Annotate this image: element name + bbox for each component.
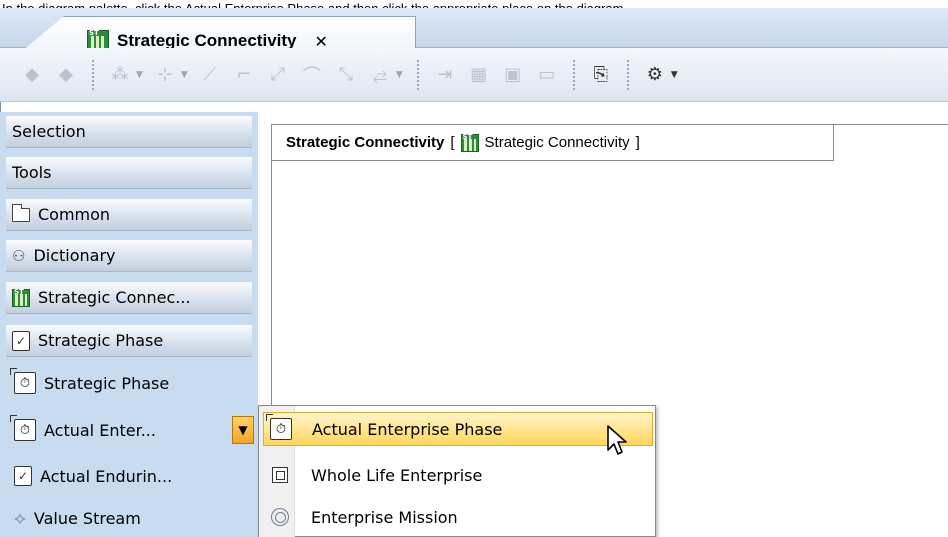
folder-icon xyxy=(12,203,30,222)
palette-item-label: Value Stream xyxy=(33,508,141,528)
actual-enterprise-phase-icon: ⏱ xyxy=(266,414,292,440)
route-icon[interactable]: ⥄ xyxy=(368,63,392,87)
menu-item-actual-enterprise-phase[interactable]: ⏱ Actual Enterprise Phase xyxy=(263,412,653,446)
menu-item-enterprise-mission[interactable]: Enterprise Mission xyxy=(263,500,653,534)
path-straight-icon[interactable]: ⟋ xyxy=(198,63,222,87)
palette-item-strategic-phase[interactable]: ⏱ Strategic Phase xyxy=(10,366,170,400)
palette-item-label: Actual Endurin... xyxy=(40,466,173,486)
forward-arrow-icon[interactable]: ◆ xyxy=(54,63,78,87)
palette-group-label: Dictionary xyxy=(33,246,116,265)
properties-icon[interactable]: ⎘ xyxy=(589,63,613,87)
strategic-connectivity-diagram-icon: ST xyxy=(460,133,479,152)
layout-quick-icon[interactable]: ⊹ xyxy=(153,63,177,87)
grid-icon[interactable]: ▦ xyxy=(467,63,491,87)
whole-life-enterprise-icon xyxy=(272,467,288,483)
path-bezier-icon[interactable]: ⌒ xyxy=(300,63,324,87)
tab-strip: ST Strategic Connectivity ✕ xyxy=(0,8,948,56)
path-rectilinear-icon[interactable]: ⌐ xyxy=(232,63,256,87)
palette-dropdown-menu: ⏱ Actual Enterprise Phase Whole Life Ent… xyxy=(258,405,656,537)
actual-enterprise-phase-icon: ⏱ xyxy=(10,415,36,441)
chevron-down-icon[interactable]: ▼ xyxy=(671,70,678,80)
palette-item-actual-enduring-capability[interactable]: ✓ Actual Endurin... xyxy=(14,459,172,493)
toolbar-separator xyxy=(92,59,94,90)
enterprise-mission-icon xyxy=(271,508,289,526)
palette-group-dictionary[interactable]: ⚇ Dictionary xyxy=(6,240,252,272)
palette-group-label: Strategic Phase xyxy=(38,331,164,350)
mouse-cursor-icon xyxy=(607,425,627,455)
layout-icon[interactable]: ⁂ xyxy=(108,63,132,87)
shape-icon[interactable]: ▭ xyxy=(535,63,559,87)
menu-item-whole-life-enterprise[interactable]: Whole Life Enterprise xyxy=(263,458,653,492)
strategic-phase-icon: ⏱ xyxy=(10,368,36,394)
palette-group-label: Selection xyxy=(12,122,86,141)
toolbar-separator xyxy=(626,59,629,90)
diagram-type-label: Strategic Connectivity xyxy=(286,134,445,151)
actual-enduring-icon: ✓ xyxy=(14,466,32,486)
diagram-frame-header: Strategic Connectivity [ ST Strategic Co… xyxy=(272,125,834,161)
palette-group-tools[interactable]: Tools xyxy=(6,157,252,189)
chevron-down-icon[interactable]: ▼ xyxy=(136,70,143,80)
palette-group-strategic-phase[interactable]: ✓ Strategic Phase xyxy=(6,325,252,357)
palette-group-common[interactable]: Common xyxy=(6,199,252,231)
palette-group-strategic-connectivity[interactable]: ST Strategic Connec... xyxy=(6,282,252,314)
chevron-down-icon[interactable]: ▼ xyxy=(396,70,403,80)
chevron-down-icon[interactable]: ▼ xyxy=(181,70,188,80)
back-arrow-icon[interactable]: ◆ xyxy=(20,63,44,87)
palette-group-label: Common xyxy=(38,205,111,224)
palette-item-dropdown-button[interactable]: ▼ xyxy=(232,416,254,444)
toolbar-separator xyxy=(416,59,419,90)
insert-frame-icon[interactable]: ⇥ xyxy=(433,63,457,87)
gear-icon[interactable]: ⚙ xyxy=(643,63,667,87)
palette-item-value-stream[interactable]: ⟡ Value Stream xyxy=(14,501,141,535)
menu-item-label: Whole Life Enterprise xyxy=(311,465,483,485)
diagram-name: Strategic Connectivity xyxy=(484,134,630,151)
menu-item-label: Actual Enterprise Phase xyxy=(312,419,503,439)
image-icon[interactable]: ▣ xyxy=(501,63,525,87)
palette-item-actual-enterprise-phase[interactable]: ⏱ Actual Enter... xyxy=(10,413,156,447)
bracket-close: ] xyxy=(635,134,640,151)
path-oblique-icon[interactable]: ⤢ xyxy=(266,63,290,87)
reset-labels-icon[interactable]: ⤡ xyxy=(334,63,358,87)
palette-group-label: Tools xyxy=(12,163,52,182)
palette-item-label: Strategic Phase xyxy=(44,373,170,393)
diagram-toolbar: ◆ ◆ ⁂ ▼ ⊹ ▼ ⟋ ⌐ ⤢ ⌒ ⤡ ⥄ ▼ ⇥ ▦ ▣ ▭ ⎘ ⚙ ▼ xyxy=(0,48,948,102)
dictionary-icon: ⚇ xyxy=(12,246,26,265)
value-stream-icon: ⟡ xyxy=(14,507,26,529)
toolbar-separator xyxy=(572,59,575,90)
strategic-connectivity-diagram-icon: ST xyxy=(12,288,30,307)
bracket-open: [ xyxy=(450,134,455,151)
palette-group-selection[interactable]: Selection xyxy=(6,116,252,148)
chevron-down-icon: ▼ xyxy=(238,423,248,437)
menu-item-label: Enterprise Mission xyxy=(311,507,458,527)
palette-group-label: Strategic Connec... xyxy=(38,288,191,307)
strategic-phase-group-icon: ✓ xyxy=(12,330,30,351)
palette-item-label: Actual Enter... xyxy=(44,420,156,440)
